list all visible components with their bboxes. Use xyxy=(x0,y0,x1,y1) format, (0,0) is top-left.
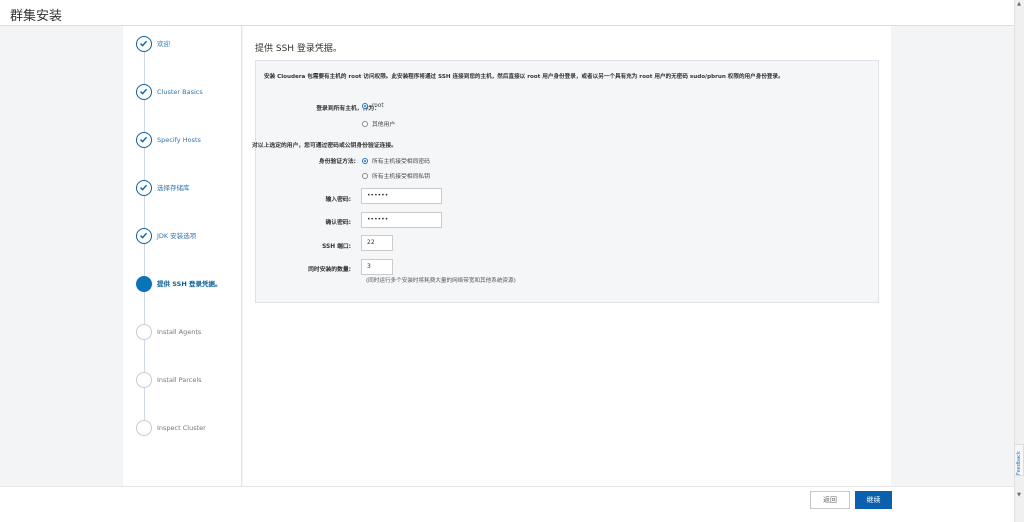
step-label: 提供 SSH 登录凭据。 xyxy=(157,280,222,288)
step-label: Cluster Basics xyxy=(157,88,203,96)
check-circle-icon xyxy=(136,180,152,196)
concurrent-installs-label: 同时安装的数量: xyxy=(308,267,351,273)
check-circle-icon xyxy=(136,132,152,148)
step-cluster-basics[interactable]: Cluster Basics xyxy=(136,84,240,110)
pending-circle-icon xyxy=(136,420,152,436)
step-select-repository[interactable]: 选择存储库 xyxy=(136,180,240,206)
scroll-up-icon[interactable]: ▲ xyxy=(1016,1,1022,7)
login-other-user-option[interactable]: 其他用户 xyxy=(362,119,395,128)
continue-button[interactable]: 继续 xyxy=(855,491,892,509)
pending-circle-icon xyxy=(136,324,152,340)
login-root-option[interactable]: root xyxy=(362,103,384,109)
step-jdk-options[interactable]: JDK 安装选项 xyxy=(136,228,240,254)
auth-note: 对以上选定的用户，您可通过密码或公钥身份验证连接。 xyxy=(252,143,397,149)
step-welcome[interactable]: 欢迎 xyxy=(136,36,240,62)
step-label: Inspect Cluster xyxy=(157,424,206,432)
step-install-parcels: Install Parcels xyxy=(136,372,240,398)
main-content: 提供 SSH 登录凭据。 安装 Cloudera 包需要有主机的 root 访问… xyxy=(243,26,891,486)
check-circle-icon xyxy=(136,36,152,52)
confirm-password-label: 确认密码: xyxy=(325,220,351,226)
step-label: Specify Hosts xyxy=(157,136,201,144)
auth-method-label: 身份验证方法: xyxy=(318,159,356,165)
ssh-port-input[interactable]: 22 xyxy=(361,235,393,251)
right-gutter xyxy=(891,26,1014,486)
back-button[interactable]: 返回 xyxy=(810,491,850,509)
ssh-credentials-panel: 安装 Cloudera 包需要有主机的 root 访问权限。此安装程序将通过 S… xyxy=(252,60,879,303)
check-circle-icon xyxy=(136,228,152,244)
radio-unselected-icon xyxy=(362,120,368,127)
active-step-icon xyxy=(136,276,152,292)
intro-text: 安装 Cloudera 包需要有主机的 root 访问权限。此安装程序将通过 S… xyxy=(264,74,784,80)
confirm-password-input[interactable]: •••••• xyxy=(361,212,442,228)
ssh-port-label: SSH 端口: xyxy=(322,244,351,250)
check-circle-icon xyxy=(136,84,152,100)
step-label: 欢迎 xyxy=(157,40,170,48)
section-title: 提供 SSH 登录凭据。 xyxy=(255,44,342,54)
step-label: JDK 安装选项 xyxy=(157,232,197,240)
auth-same-private-key-option[interactable]: 所有主机接受相同私钥 xyxy=(362,171,430,180)
concurrent-installs-hint: (同时运行多个安装时将耗费大量的网络带宽和其他系统资源) xyxy=(366,278,516,284)
page-title: 群集安装 xyxy=(10,9,63,24)
radio-selected-icon xyxy=(362,157,368,164)
pending-circle-icon xyxy=(136,372,152,388)
step-inspect-cluster: Inspect Cluster xyxy=(136,420,240,446)
radio-unselected-icon xyxy=(362,172,368,179)
scroll-down-icon[interactable]: ▼ xyxy=(1016,492,1022,498)
step-label: Install Parcels xyxy=(157,376,202,384)
step-label: 选择存储库 xyxy=(157,184,190,192)
left-gutter xyxy=(0,26,123,486)
step-install-agents: Install Agents xyxy=(136,324,240,350)
title-bar: 群集安装 xyxy=(0,0,1014,26)
password-input[interactable]: •••••• xyxy=(361,188,442,204)
step-ssh-credentials: 提供 SSH 登录凭据。 xyxy=(136,276,240,302)
concurrent-installs-input[interactable]: 3 xyxy=(361,259,393,275)
auth-same-password-option[interactable]: 所有主机接受相同密码 xyxy=(362,156,430,165)
step-specify-hosts[interactable]: Specify Hosts xyxy=(136,132,240,158)
step-label: Install Agents xyxy=(157,328,202,336)
password-label: 输入密码: xyxy=(325,197,351,203)
feedback-tab[interactable]: Feedback xyxy=(1014,444,1024,476)
feedback-label: Feedback xyxy=(1016,451,1022,475)
radio-selected-icon xyxy=(362,103,368,109)
